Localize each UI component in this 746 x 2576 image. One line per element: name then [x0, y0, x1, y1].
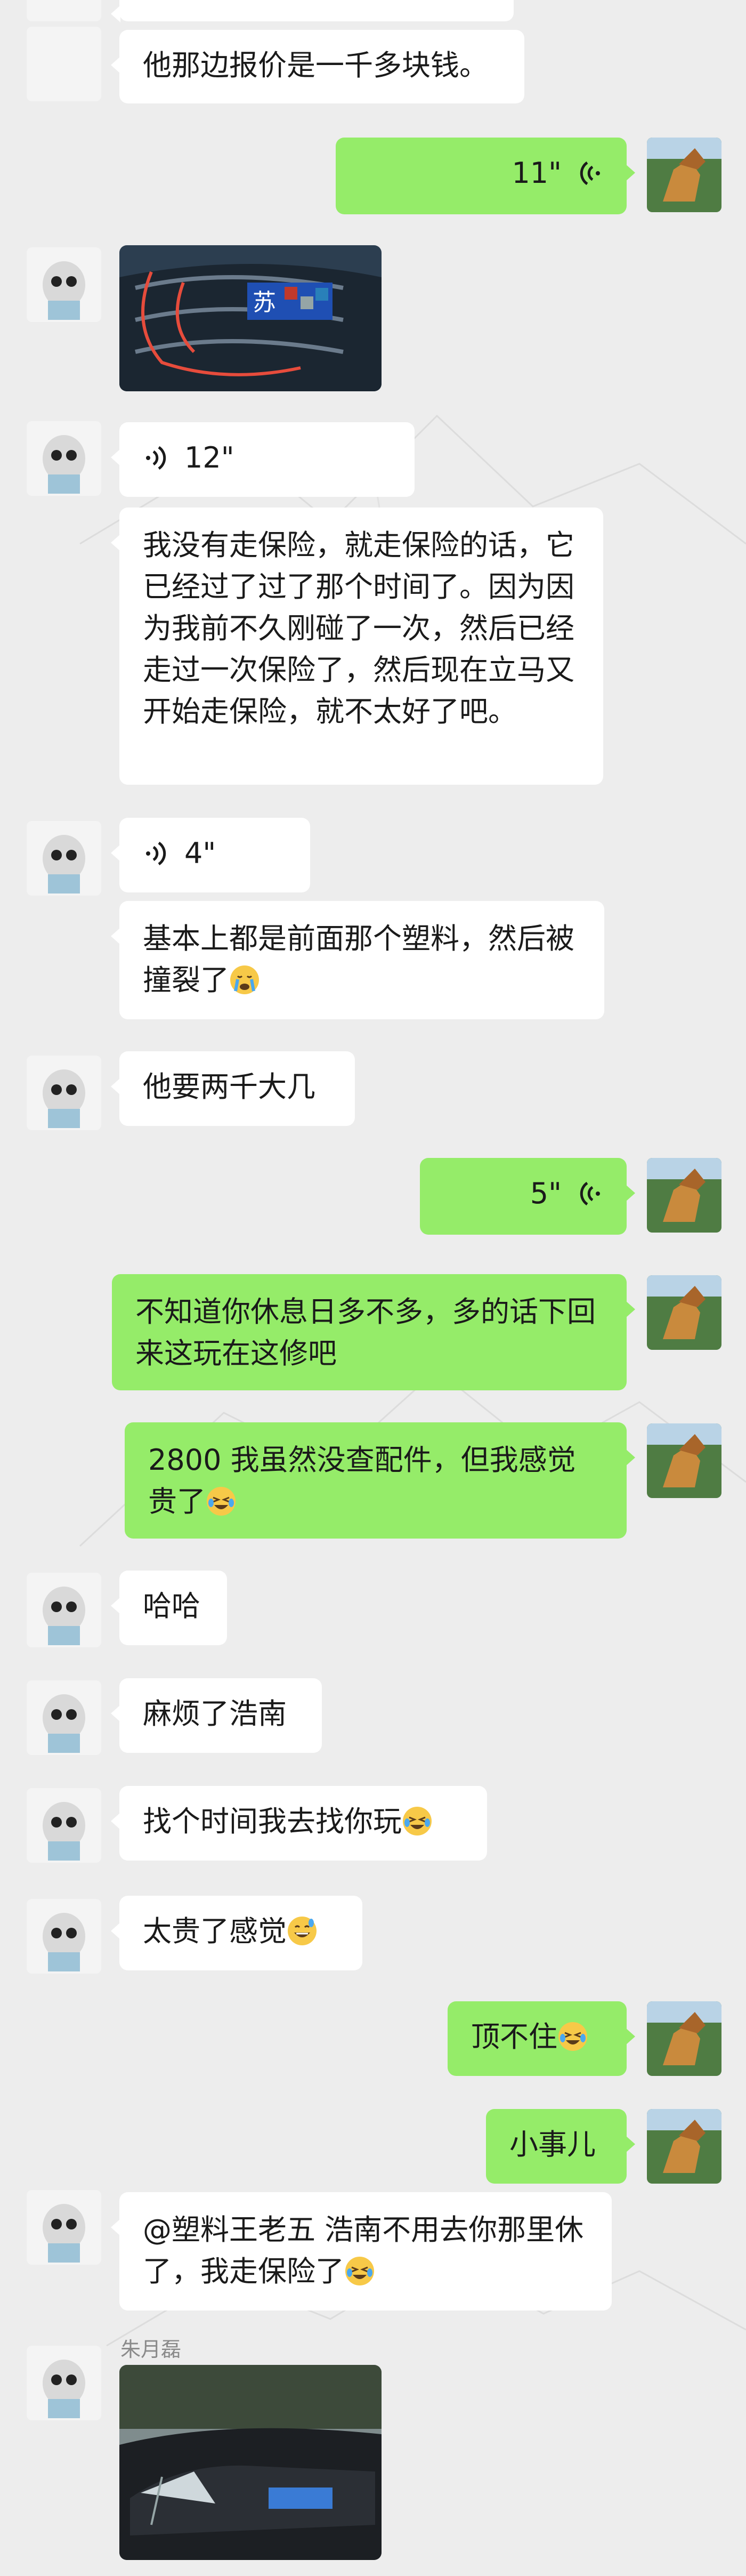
contact-avatar[interactable]	[27, 1056, 101, 1130]
contact-avatar[interactable]	[27, 1680, 101, 1755]
message-text: 小事儿	[509, 2128, 596, 2161]
message-bubble[interactable]: 麻烦了浩南	[111, 1678, 322, 1753]
message-text: 他那边报价是一千多块钱。	[143, 49, 488, 82]
message-bubble[interactable]: 他要两千大几	[111, 1051, 355, 1126]
contact-avatar[interactable]	[27, 27, 101, 101]
self-avatar[interactable]	[647, 1158, 721, 1233]
message-text: 他要两千大几	[143, 1070, 315, 1104]
contact-avatar[interactable]	[27, 1573, 101, 1647]
laugh-cry-face-icon	[557, 2021, 588, 2052]
sender-name: 朱月磊	[120, 2338, 182, 2361]
crying-face-icon	[229, 964, 260, 995]
laugh-cry-face-icon	[344, 2256, 375, 2287]
message-bubble[interactable]: 不知道你休息日多不多，多的话下回来这玩在这修吧	[112, 1274, 635, 1390]
voice-duration: 11"	[512, 156, 562, 190]
message-text: 麻烦了浩南	[143, 1697, 287, 1730]
message-bubble[interactable]: @塑料王老五 浩南不用去你那里休了，我走保险了	[111, 2192, 612, 2311]
voice-transcript-bubble[interactable]: 基本上都是前面那个塑料，然后被撞裂了	[111, 901, 604, 1019]
voice-wave-icon	[580, 161, 600, 186]
message-text: 找个时间我去找你玩	[143, 1805, 402, 1838]
voice-wave-icon	[146, 841, 166, 866]
license-plate-text: 苏	[253, 289, 276, 316]
self-avatar[interactable]	[647, 1275, 721, 1350]
laugh-cry-face-icon	[206, 1486, 237, 1517]
message-bubble[interactable]: 小事儿	[486, 2109, 635, 2184]
voice-wave-icon	[580, 1181, 600, 1206]
self-avatar[interactable]	[647, 2109, 721, 2184]
message-text: 哈哈	[143, 1589, 200, 1623]
voice-wave-icon	[146, 446, 166, 470]
contact-avatar[interactable]	[27, 421, 101, 496]
message-bubble[interactable]: 找个时间我去找你玩	[111, 1786, 487, 1861]
message-bubble[interactable]: 2800 我虽然没查配件，但我感觉贵了	[125, 1422, 635, 1539]
voice-message-bubble[interactable]: 4"	[111, 818, 310, 892]
message-text: 我没有走保险，就走保险的话，它已经过了过了那个时间了。因为因为我前不久刚碰了一次…	[143, 528, 574, 728]
message-text: 基本上都是前面那个塑料，然后被撞裂了	[143, 922, 574, 997]
contact-avatar[interactable]	[27, 821, 101, 896]
voice-message-bubble[interactable]: 11"	[336, 138, 635, 214]
self-avatar[interactable]	[647, 1423, 721, 1498]
message-bubble[interactable]: 他那边报价是一千多块钱。	[111, 30, 524, 103]
self-avatar[interactable]	[647, 138, 721, 212]
message-bubble[interactable]: 太贵了感觉	[111, 1896, 362, 1970]
message-text: 太贵了感觉	[143, 1914, 287, 1948]
self-avatar[interactable]	[647, 2001, 721, 2076]
message-bubble[interactable]: 哈哈	[111, 1571, 227, 1645]
car-grille-photo[interactable]: 苏	[119, 245, 382, 391]
message-text: 不知道你休息日多不多，多的话下回来这玩在这修吧	[135, 1295, 596, 1370]
contact-avatar[interactable]	[27, 2190, 101, 2265]
laugh-cry-face-icon	[402, 1806, 433, 1837]
partial-avatar-top	[27, 0, 101, 21]
grinning-sweat-face-icon	[287, 1915, 318, 1946]
contact-avatar[interactable]	[27, 2346, 101, 2420]
voice-message-bubble[interactable]: 5"	[420, 1158, 635, 1235]
voice-duration: 5"	[530, 1177, 562, 1210]
contact-avatar[interactable]	[27, 1788, 101, 1863]
voice-duration: 4"	[184, 836, 216, 870]
contact-avatar[interactable]	[27, 247, 101, 322]
partial-bubble-top	[111, 0, 514, 22]
damaged-car-photo[interactable]	[119, 2365, 382, 2560]
contact-avatar[interactable]	[27, 1899, 101, 1974]
voice-message-bubble[interactable]: 12"	[111, 422, 415, 497]
chat-window: 他那边报价是一千多块钱。 11" 苏 12" 我没有走保险，就走保险的话，它已经…	[0, 0, 746, 2576]
voice-transcript-bubble[interactable]: 我没有走保险，就走保险的话，它已经过了过了那个时间了。因为因为我前不久刚碰了一次…	[111, 508, 603, 785]
voice-duration: 12"	[184, 441, 234, 474]
message-text: 顶不住	[471, 2020, 557, 2054]
message-bubble[interactable]: 顶不住	[448, 2001, 635, 2076]
